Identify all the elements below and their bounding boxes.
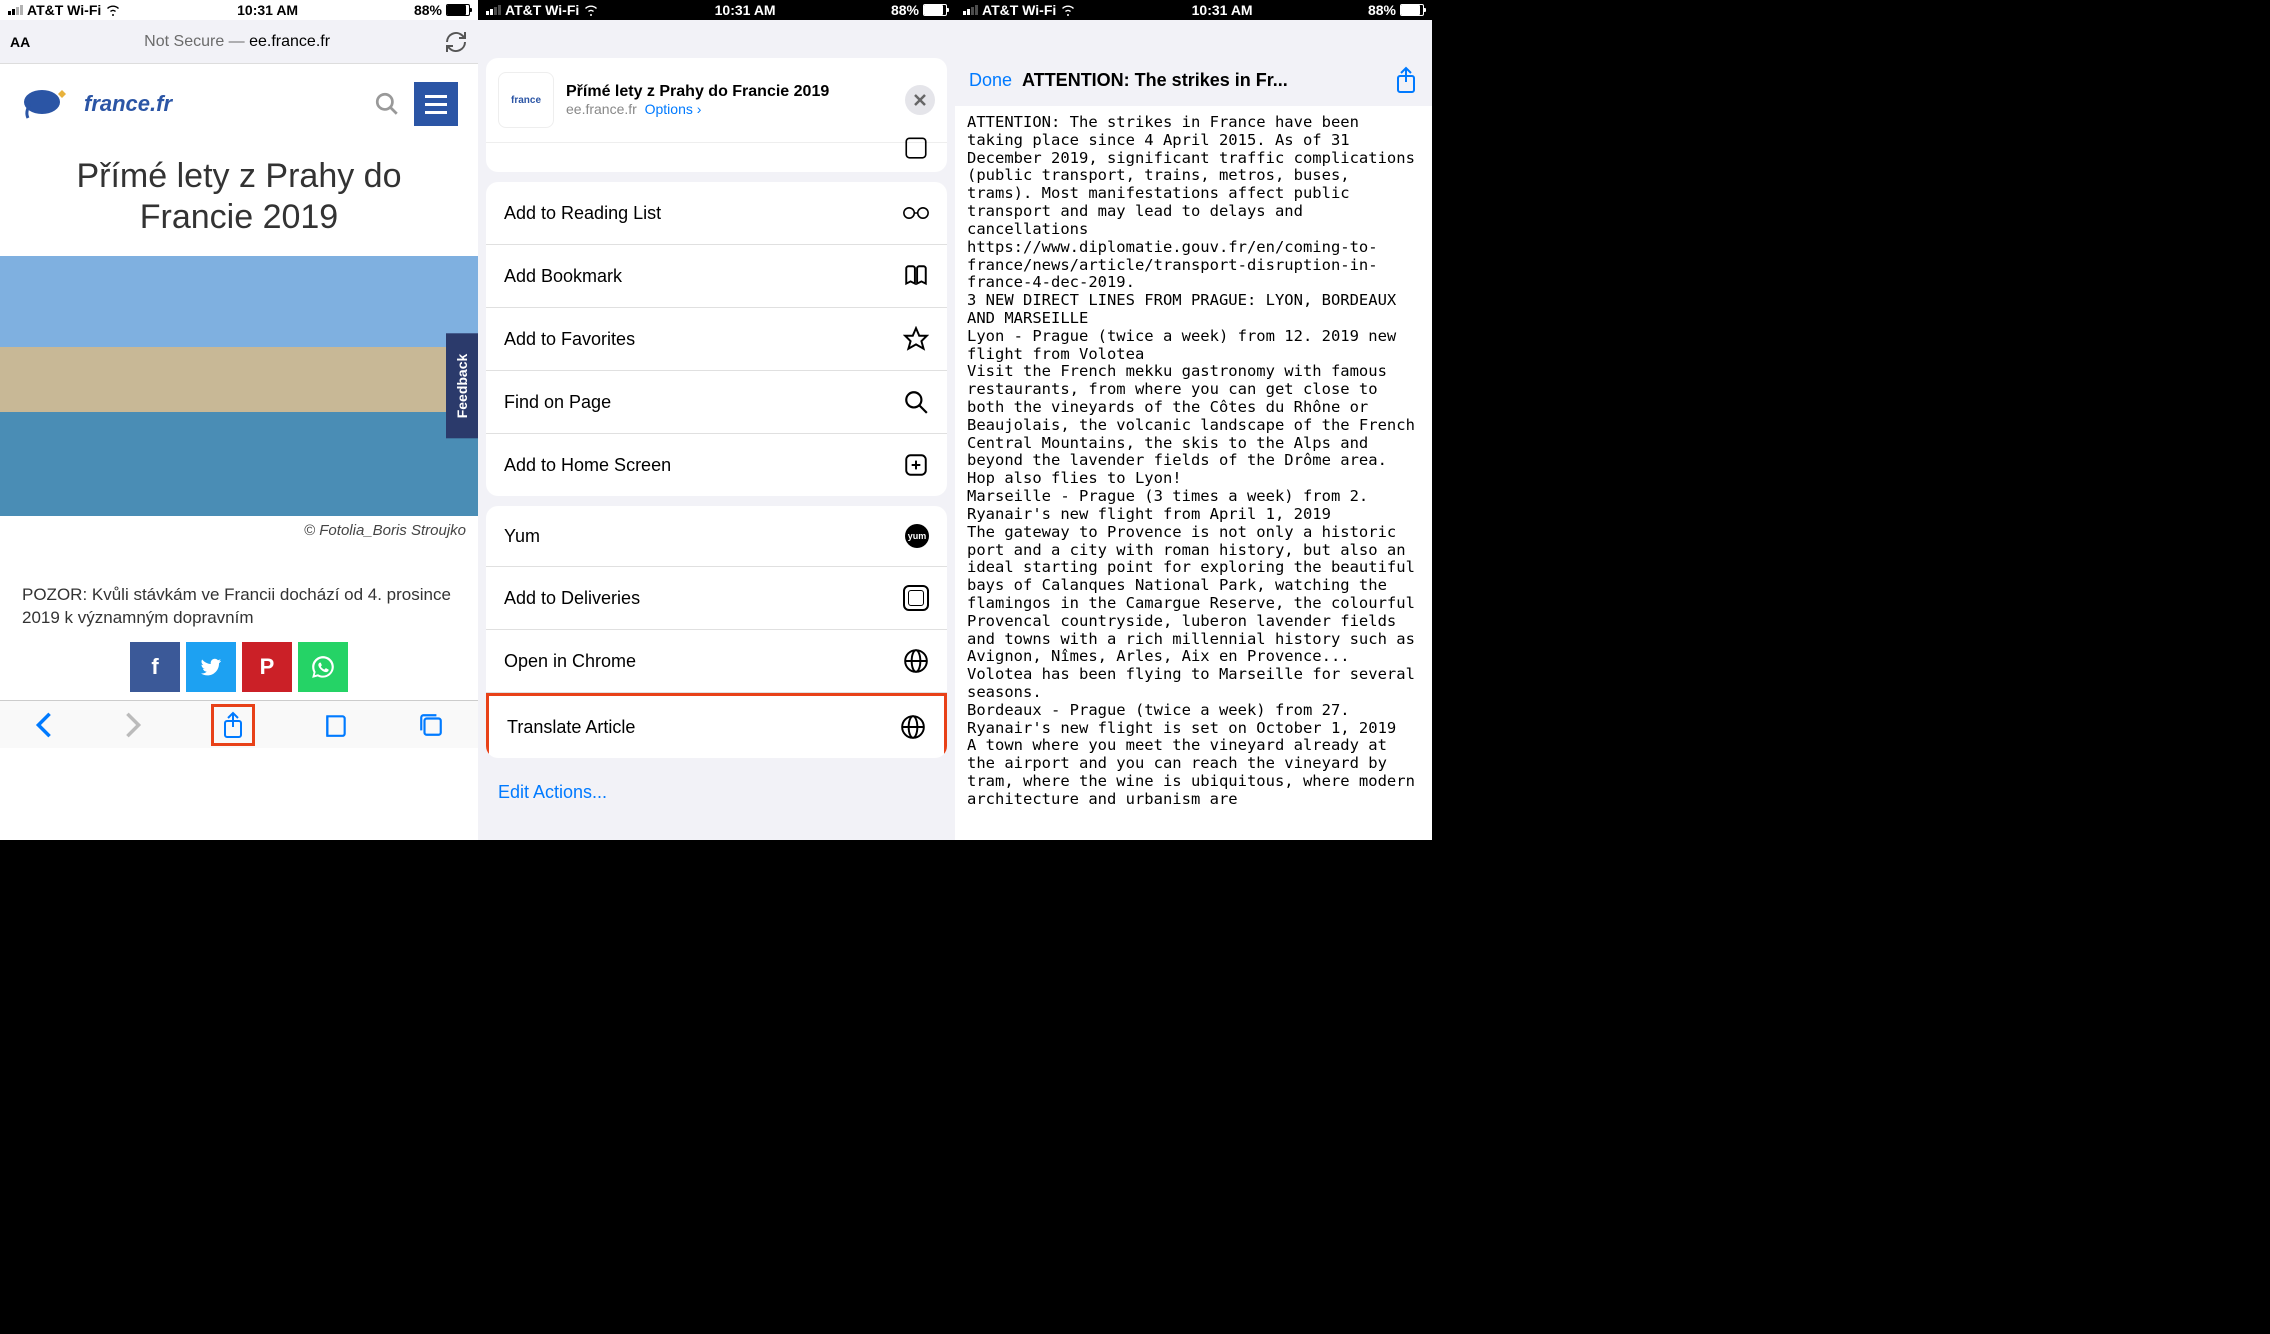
clock: 10:31 AM xyxy=(1192,2,1253,18)
url-label[interactable]: Not Secure — ee.france.fr xyxy=(38,33,436,51)
wifi-icon xyxy=(105,4,121,16)
action-add-deliveries[interactable]: Add to Deliveries xyxy=(486,567,947,630)
phone-share-sheet: AT&T Wi-Fi 10:31 AM 88% france Přímé let… xyxy=(478,0,955,840)
action-yum[interactable]: Yum yum xyxy=(486,506,947,567)
share-thumbnail: france xyxy=(498,72,554,128)
done-button[interactable]: Done xyxy=(969,70,1012,91)
battery-pct: 88% xyxy=(414,2,442,18)
book-icon xyxy=(903,263,929,289)
carrier-label: AT&T Wi-Fi xyxy=(27,2,101,18)
share-header: france Přímé lety z Prahy do Francie 201… xyxy=(486,58,947,142)
star-icon xyxy=(903,326,929,352)
battery-pct: 88% xyxy=(1368,2,1396,18)
twitter-button[interactable] xyxy=(186,642,236,692)
facebook-button[interactable]: f xyxy=(130,642,180,692)
action-add-favorites[interactable]: Add to Favorites xyxy=(486,308,947,371)
image-credit: © Fotolia_Boris Stroujko xyxy=(0,516,478,545)
pinterest-button[interactable]: P xyxy=(242,642,292,692)
clock: 10:31 AM xyxy=(715,2,776,18)
wifi-icon xyxy=(583,4,599,16)
carrier-label: AT&T Wi-Fi xyxy=(982,2,1056,18)
edit-actions-button[interactable]: Edit Actions... xyxy=(478,768,955,817)
share-icon[interactable] xyxy=(1394,66,1418,94)
battery-pct: 88% xyxy=(891,2,919,18)
menu-button[interactable] xyxy=(414,82,458,126)
action-add-home-screen[interactable]: Add to Home Screen xyxy=(486,434,947,496)
status-bar: AT&T Wi-Fi 10:31 AM 88% xyxy=(478,0,955,20)
battery-icon xyxy=(923,4,947,16)
action-find-on-page[interactable]: Find on Page xyxy=(486,371,947,434)
done-bar: Done ATTENTION: The strikes in Fr... xyxy=(955,20,1432,106)
article-body: POZOR: Kvůli stávkám ve Francii dochází … xyxy=(0,545,478,641)
article-title: Přímé lety z Prahy do Francie 2019 xyxy=(0,138,478,256)
phone-translated: AT&T Wi-Fi 10:31 AM 88% Done ATTENTION: … xyxy=(955,0,1432,840)
status-bar: AT&T Wi-Fi 10:31 AM 88% xyxy=(0,0,478,20)
search-icon[interactable] xyxy=(374,91,400,117)
action-open-chrome[interactable]: Open in Chrome xyxy=(486,630,947,693)
translated-text: ATTENTION: The strikes in France have be… xyxy=(955,106,1432,840)
clock: 10:31 AM xyxy=(237,2,298,18)
feedback-tab[interactable]: Feedback xyxy=(446,333,478,438)
search-icon xyxy=(903,389,929,415)
share-button[interactable] xyxy=(211,704,255,746)
signal-icon xyxy=(486,5,501,15)
action-add-bookmark[interactable]: Add Bookmark xyxy=(486,245,947,308)
action-add-reading-list[interactable]: Add to Reading List xyxy=(486,182,947,245)
signal-icon xyxy=(8,5,23,15)
signal-icon xyxy=(963,5,978,15)
share-domain: ee.france.fr xyxy=(566,101,637,117)
page-title: ATTENTION: The strikes in Fr... xyxy=(1022,70,1384,91)
back-button[interactable] xyxy=(34,711,54,739)
safari-toolbar xyxy=(0,700,478,748)
share-options-button[interactable]: Options › xyxy=(645,101,702,117)
status-bar: AT&T Wi-Fi 10:31 AM 88% xyxy=(955,0,1432,20)
tabs-button[interactable] xyxy=(418,712,444,738)
battery-icon xyxy=(1400,4,1424,16)
deliveries-icon xyxy=(903,585,929,611)
glasses-icon xyxy=(903,200,929,226)
forward-button xyxy=(123,711,143,739)
phone-safari: AT&T Wi-Fi 10:31 AM 88% AA Not Secure — … xyxy=(0,0,478,840)
yum-icon: yum xyxy=(905,524,929,548)
globe-icon xyxy=(900,714,926,740)
globe-icon xyxy=(903,648,929,674)
action-row-partial[interactable] xyxy=(486,142,947,172)
address-bar[interactable]: AA Not Secure — ee.france.fr xyxy=(0,20,478,64)
social-row: f P xyxy=(0,640,478,700)
refresh-icon[interactable] xyxy=(444,30,468,54)
battery-icon xyxy=(446,4,470,16)
wifi-icon xyxy=(1060,4,1076,16)
site-logo[interactable]: france.fr xyxy=(20,84,172,124)
bookmarks-button[interactable] xyxy=(323,712,349,738)
site-header: france.fr xyxy=(0,64,478,138)
carrier-label: AT&T Wi-Fi xyxy=(505,2,579,18)
hero-image: Feedback xyxy=(0,256,478,516)
whatsapp-button[interactable] xyxy=(298,642,348,692)
close-button[interactable] xyxy=(905,85,935,115)
action-translate-article[interactable]: Translate Article xyxy=(486,693,947,758)
share-title: Přímé lety z Prahy do Francie 2019 xyxy=(566,83,893,101)
plus-square-icon xyxy=(903,452,929,478)
text-size-button[interactable]: AA xyxy=(10,34,30,50)
